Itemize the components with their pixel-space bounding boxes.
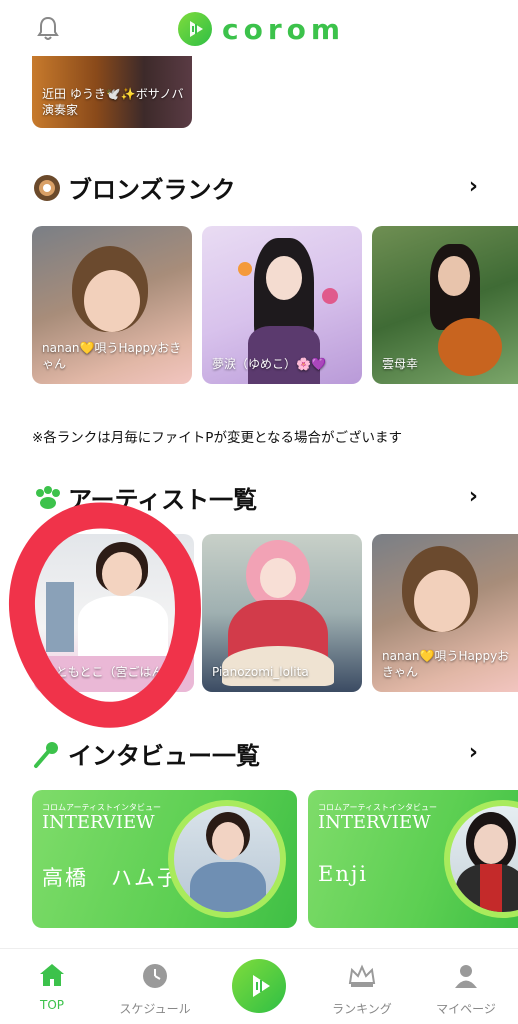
interview-more-chevron-icon[interactable]: › bbox=[469, 740, 478, 765]
interview-photo bbox=[444, 800, 518, 918]
artist-list-more-chevron-icon[interactable]: › bbox=[469, 484, 478, 509]
bottom-navigation: TOP スケジュール ランキング マイページ bbox=[0, 948, 518, 1024]
nav-center-play-button[interactable] bbox=[232, 959, 286, 1013]
nav-label: TOP bbox=[39, 998, 64, 1012]
app-name: corom bbox=[222, 12, 346, 46]
artist-card-caption: nanan💛唄うHappyおきゃん bbox=[382, 649, 510, 679]
nav-item-schedule[interactable]: スケジュール bbox=[115, 963, 195, 1017]
interview-card-2[interactable]: コロムアーティストインタビュー INTERVIEW Enji bbox=[308, 790, 518, 928]
crown-icon bbox=[348, 964, 376, 987]
bronze-more-chevron-icon[interactable]: › bbox=[469, 174, 478, 199]
nav-item-ranking[interactable]: ランキング bbox=[322, 963, 402, 1017]
interview-card-name: 高橋 ハム子 bbox=[42, 866, 180, 890]
bronze-card-3[interactable]: 雲母幸 bbox=[372, 226, 518, 384]
nav-label: マイページ bbox=[436, 1002, 496, 1016]
paw-icon bbox=[36, 485, 60, 509]
interview-card-1[interactable]: コロムアーティストインタビュー INTERVIEW 高橋 ハム子 bbox=[32, 790, 297, 928]
artist-card-caption: 近田 ゆうき🕊️✨ボサノバ演奏家 bbox=[42, 87, 184, 117]
app-header: corom bbox=[0, 0, 518, 56]
interview-card-heading: INTERVIEW bbox=[42, 812, 155, 833]
red-annotation-circle bbox=[0, 492, 214, 738]
bronze-card-2[interactable]: 夢涙（ゆめこ）🌸💜 bbox=[202, 226, 362, 384]
interview-card-name: Enji bbox=[318, 862, 369, 886]
microphone-icon bbox=[34, 741, 58, 768]
bronze-rank-label: ブロンズランク bbox=[68, 176, 236, 204]
interview-list-title: インタビュー一覧 bbox=[32, 736, 260, 771]
interview-photo bbox=[168, 800, 286, 918]
bronze-card-caption: 雲母幸 bbox=[382, 357, 419, 371]
artist-card-caption: Pianozomi_lolita bbox=[212, 665, 309, 679]
app-logo[interactable]: corom bbox=[178, 12, 345, 46]
bell-icon[interactable] bbox=[36, 16, 60, 42]
play-logo-icon bbox=[253, 975, 270, 997]
user-icon bbox=[455, 965, 477, 988]
bronze-medal-icon bbox=[34, 174, 60, 201]
rank-notice: ※各ランクは月毎にファイトPが変更となる場合がございます bbox=[32, 430, 403, 446]
logo-play-icon bbox=[178, 12, 212, 46]
interview-list-label: インタビュー一覧 bbox=[68, 742, 260, 770]
artist-card-3[interactable]: nanan💛唄うHappyおきゃん bbox=[372, 534, 518, 692]
nav-label: スケジュール bbox=[119, 1002, 191, 1016]
clock-icon bbox=[143, 964, 167, 988]
nav-item-mypage[interactable]: マイページ bbox=[426, 963, 506, 1017]
home-icon bbox=[40, 964, 64, 986]
nav-item-top[interactable]: TOP bbox=[12, 963, 92, 1012]
bronze-card-1[interactable]: nanan💛唄うHappyおきゃん bbox=[32, 226, 192, 384]
interview-card-heading: INTERVIEW bbox=[318, 812, 431, 833]
bronze-card-caption: 夢涙（ゆめこ）🌸💜 bbox=[212, 357, 326, 371]
nav-label: ランキング bbox=[332, 1002, 392, 1016]
bronze-card-caption: nanan💛唄うHappyおきゃん bbox=[42, 341, 182, 371]
bronze-rank-title: ブロンズランク bbox=[32, 170, 236, 205]
artist-card-2[interactable]: Pianozomi_lolita bbox=[202, 534, 362, 692]
